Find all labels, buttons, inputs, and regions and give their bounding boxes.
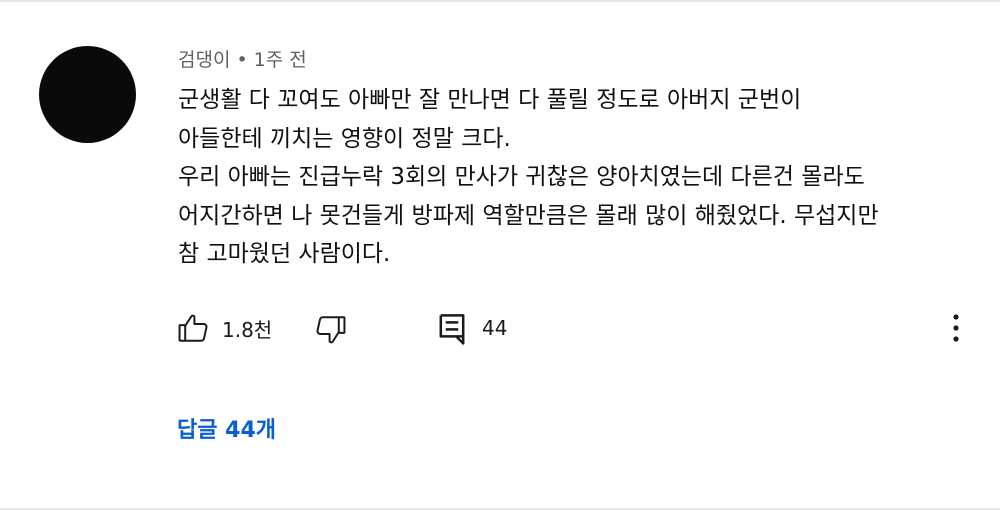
comment-text: 군생활 다 꼬여도 아빠만 잘 만나면 다 풀릴 정도로 아버지 군번이 아들한… <box>178 81 978 274</box>
comment-header: 검댕이 • 1주 전 <box>178 45 307 72</box>
thumbs-down-icon <box>314 313 348 347</box>
view-replies-link[interactable]: 답글 44개 <box>177 412 276 444</box>
comment-card: 검댕이 • 1주 전 군생활 다 꼬여도 아빠만 잘 만나면 다 풀릴 정도로 아버… <box>0 0 1000 510</box>
thumbs-up-icon <box>176 311 210 345</box>
timestamp: 1주 전 <box>253 49 307 71</box>
like-button[interactable]: 1.8천 <box>176 311 272 345</box>
dislike-button[interactable] <box>314 313 348 347</box>
like-count: 1.8천 <box>222 317 273 342</box>
avatar[interactable] <box>39 46 136 143</box>
reply-count: 44 <box>482 316 508 340</box>
comment-line: 우리 아빠는 진급누락 3회의 만사가 귀찮은 양아치였는데 다른건 몰라도 <box>178 164 865 190</box>
comment-line: 군생활 다 꼬여도 아빠만 잘 만나면 다 풀릴 정도로 아버지 군번이 <box>178 87 802 113</box>
more-vertical-icon <box>946 311 966 345</box>
comment-line: 어지간하면 나 못건들게 방파제 역할만큼은 몰래 많이 해줬었다. 무섭지만 <box>178 202 879 229</box>
reply-button[interactable]: 44 <box>438 311 507 345</box>
comment-line: 참 고마웠던 사람이다. <box>178 241 391 267</box>
comment-actions: 1.8천 44 <box>0 307 1000 351</box>
comment-icon <box>438 311 466 345</box>
author-name[interactable]: 검댕이 <box>178 49 230 71</box>
more-options-button[interactable] <box>946 311 966 345</box>
separator-dot: • <box>236 49 248 71</box>
comment-line: 아들한테 끼치는 영향이 정말 크다. <box>178 125 511 152</box>
